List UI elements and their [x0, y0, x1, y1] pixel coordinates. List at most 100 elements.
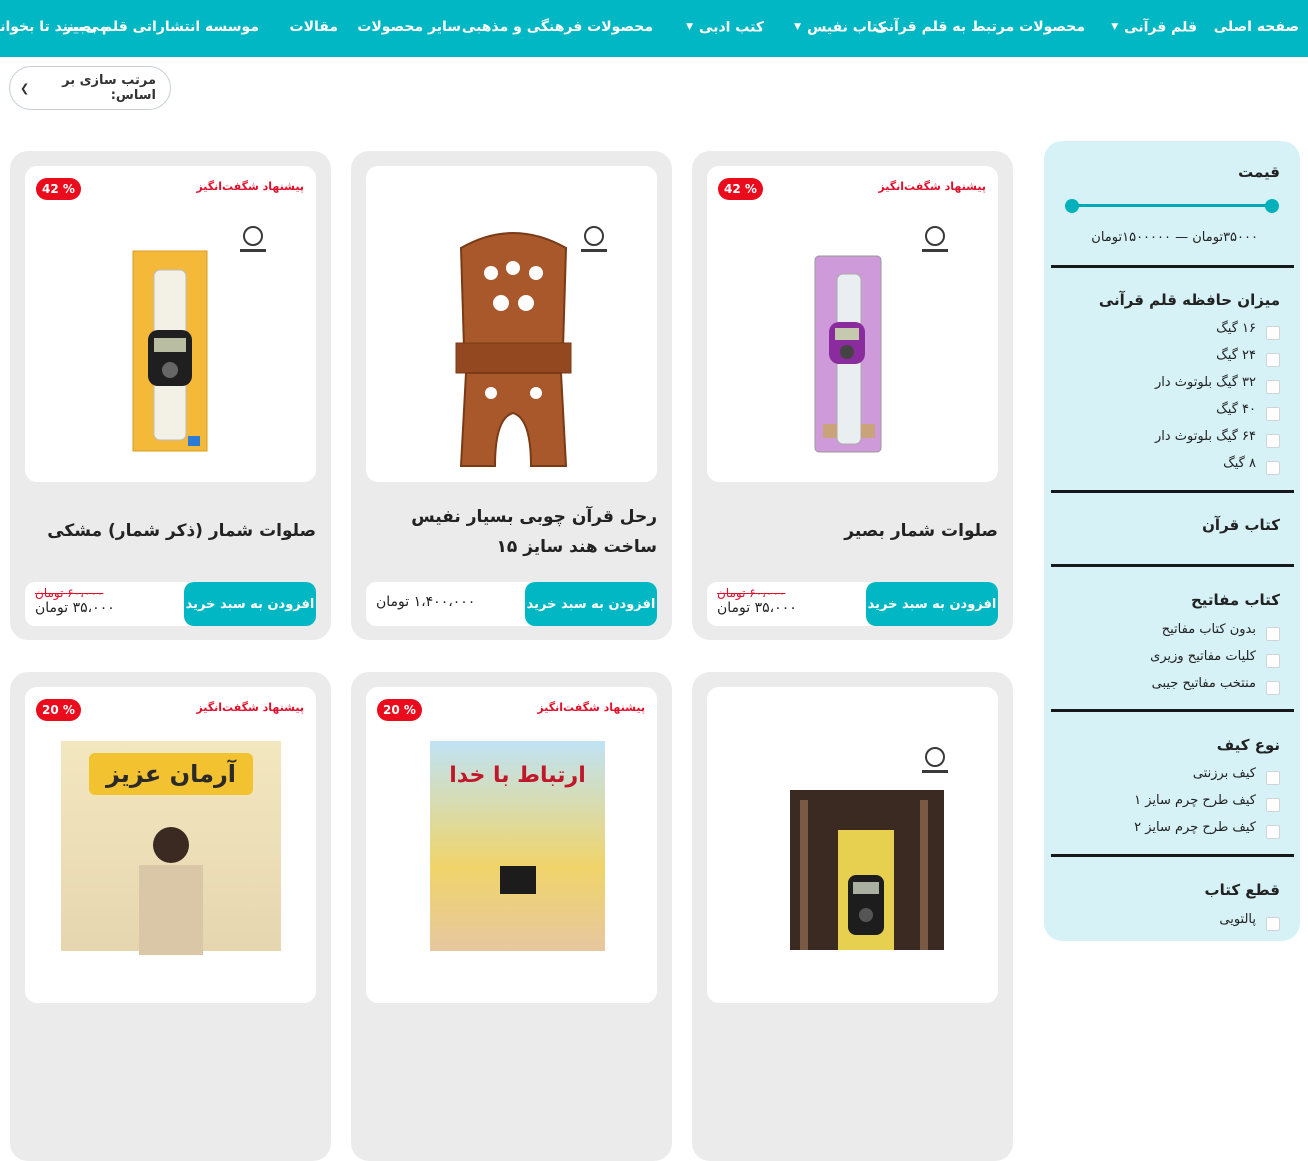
- checkbox[interactable]: [1266, 798, 1280, 812]
- checkbox[interactable]: [1266, 407, 1280, 421]
- bag-filter-title: نوع کیف: [1216, 736, 1280, 754]
- book-cover-image: ارتباط با خدا: [430, 741, 605, 951]
- option-label: ۱۶ گیگ: [1216, 321, 1256, 336]
- checkbox[interactable]: [1266, 917, 1280, 931]
- checkbox[interactable]: [1266, 825, 1280, 839]
- checkbox[interactable]: [1266, 353, 1280, 367]
- old-price: ۶۰،۰۰۰ تومان: [717, 586, 786, 600]
- price-bar: افزودن به سبد خرید ۶۰،۰۰۰ تومان ۳۵،۰۰۰ ت…: [25, 582, 316, 626]
- publisher-logo-icon: [922, 747, 948, 773]
- option-label: ۸ گیگ: [1223, 456, 1256, 471]
- filter-option[interactable]: ۴۰ گیگ: [1070, 402, 1280, 422]
- checkbox[interactable]: [1266, 627, 1280, 641]
- option-label: بدون کتاب مفاتیح: [1161, 622, 1256, 637]
- nav-item-other-products[interactable]: سایر محصولات: [357, 0, 461, 57]
- mafatih-filter-title: کتاب مفاتیح: [1190, 591, 1280, 609]
- nav-label: کتاب نفیس: [807, 19, 886, 36]
- filter-option[interactable]: ۲۴ گیگ: [1070, 348, 1280, 368]
- product-image[interactable]: [707, 687, 998, 1003]
- nav-label: صفحه اصلی: [1213, 19, 1299, 35]
- filter-option[interactable]: بدون کتاب مفاتیح: [1070, 622, 1280, 642]
- nav-item-fine-books[interactable]: کتاب نفیس ▼: [794, 0, 886, 57]
- price-bar: افزودن به سبد خرید ۶۰،۰۰۰ تومان ۳۵،۰۰۰ ت…: [707, 582, 998, 626]
- option-label: ۳۲ گیگ بلوتوث دار: [1154, 375, 1256, 390]
- checkbox[interactable]: [1266, 771, 1280, 785]
- product-name[interactable]: رحل قرآن چوبی بسیار نفیس ساخت هند سایز ۱…: [366, 502, 657, 562]
- sort-label: مرتب سازی بر اساس:: [62, 73, 156, 103]
- filter-option[interactable]: پالتویی: [1070, 912, 1280, 932]
- product-name[interactable]: صلوات شمار (ذکر شمار) مشکی: [25, 516, 316, 546]
- product-image[interactable]: پیشنهاد شگفت‌انگیز 42 %: [25, 166, 316, 482]
- memory-filter-title: میزان حافظه قلم قرآنی: [1098, 291, 1280, 309]
- product-image[interactable]: [366, 166, 657, 482]
- add-to-cart-button[interactable]: افزودن به سبد خرید: [525, 582, 657, 626]
- book-cover-title: آرمان عزیز: [89, 753, 253, 795]
- divider: [1051, 854, 1294, 857]
- filter-option[interactable]: ۱۶ گیگ: [1070, 321, 1280, 341]
- discount-badge: 42 %: [718, 178, 763, 200]
- publisher-logo-icon: [922, 226, 948, 252]
- filter-option[interactable]: ۳۲ گیگ بلوتوث دار: [1070, 375, 1280, 395]
- product-card: [692, 672, 1013, 1161]
- sort-dropdown[interactable]: مرتب سازی بر اساس: ❯: [9, 66, 171, 110]
- special-offer-label: پیشنهاد شگفت‌انگیز: [878, 180, 986, 193]
- special-offer-label: پیشنهاد شگفت‌انگیز: [196, 180, 304, 193]
- filter-option[interactable]: منتخب مفاتیح جیبی: [1070, 676, 1280, 696]
- price-range-text: ۳۵۰۰۰تومان — ۱۵۰۰۰۰۰تومان: [1091, 230, 1258, 245]
- nav-item-home[interactable]: صفحه اصلی: [1214, 0, 1299, 57]
- option-label: کیف طرح چرم سایز ۱: [1134, 793, 1256, 808]
- nav-label: مقالات: [289, 19, 339, 35]
- nav-item-articles[interactable]: مقالات: [290, 0, 339, 57]
- option-label: ۴۰ گیگ: [1216, 402, 1256, 417]
- divider: [1051, 265, 1294, 268]
- checkbox[interactable]: [1266, 681, 1280, 695]
- nav-item-cultural-products[interactable]: محصولات فرهنگی و مذهبی: [462, 0, 653, 57]
- special-offer-label: پیشنهاد شگفت‌انگیز: [196, 701, 304, 714]
- option-label: ۲۴ گیگ: [1216, 348, 1256, 363]
- chevron-down-icon: ❯: [20, 81, 30, 95]
- publisher-logo-icon: [581, 226, 607, 252]
- product-name[interactable]: صلوات شمار بصیر: [707, 516, 998, 546]
- checkbox[interactable]: [1266, 326, 1280, 340]
- add-to-cart-button[interactable]: افزودن به سبد خرید: [866, 582, 998, 626]
- book-cover-image: آرمان عزیز: [61, 741, 281, 955]
- checkbox[interactable]: [1266, 434, 1280, 448]
- filter-option[interactable]: کیف طرح چرم سایز ۱: [1070, 793, 1280, 813]
- nav-item-related-products[interactable]: محصولات مرتبط به قلم قرآنی: [875, 0, 1085, 57]
- checkbox[interactable]: [1266, 654, 1280, 668]
- quran-book-filter-title[interactable]: کتاب قرآن: [1202, 516, 1280, 534]
- divider: [1051, 564, 1294, 567]
- price-slider-min-handle[interactable]: [1065, 199, 1079, 213]
- filter-option[interactable]: ۸ گیگ: [1070, 456, 1280, 476]
- product-image[interactable]: پیشنهاد شگفت‌انگیز 20 % آرمان عزیز: [25, 687, 316, 1003]
- product-image[interactable]: پیشنهاد شگفت‌انگیز 20 % ارتباط با خدا: [366, 687, 657, 1003]
- filter-sidebar: قیمت ۳۵۰۰۰تومان — ۱۵۰۰۰۰۰تومان میزان حاف…: [1044, 141, 1300, 941]
- book-size-filter-title: قطع کتاب: [1204, 881, 1280, 899]
- price-bar: افزودن به سبد خرید ۱،۴۰۰،۰۰۰ تومان: [366, 582, 657, 626]
- option-label: پالتویی: [1219, 912, 1256, 927]
- nav-item-literary-books[interactable]: کتب ادبی ▼: [686, 0, 764, 57]
- option-label: منتخب مفاتیح جیبی: [1151, 676, 1256, 691]
- product-card: پیشنهاد شگفت‌انگیز 42 % صلوات شمار (ذکر …: [10, 151, 331, 640]
- product-image[interactable]: پیشنهاد شگفت‌انگیز 42 %: [707, 166, 998, 482]
- nav-label: می‌بینند تا بخوانند: [0, 19, 108, 35]
- nav-item-slogan[interactable]: می‌بینند تا بخوانند: [0, 0, 108, 57]
- filter-option[interactable]: ۶۴ گیگ بلوتوث دار: [1070, 429, 1280, 449]
- current-price: ۱،۴۰۰،۰۰۰ تومان: [376, 594, 476, 610]
- add-to-cart-button[interactable]: افزودن به سبد خرید: [184, 582, 316, 626]
- filter-option[interactable]: کیف طرح چرم سایز ۲: [1070, 820, 1280, 840]
- checkbox[interactable]: [1266, 461, 1280, 475]
- discount-badge: 20 %: [377, 699, 422, 721]
- price-slider-max-handle[interactable]: [1265, 199, 1279, 213]
- discount-badge: 20 %: [36, 699, 81, 721]
- old-price: ۶۰،۰۰۰ تومان: [35, 586, 104, 600]
- nav-item-quran-pen[interactable]: قلم قرآنی ▼: [1111, 0, 1197, 57]
- divider: [1051, 709, 1294, 712]
- nav-label: محصولات مرتبط به قلم قرآنی: [874, 19, 1085, 35]
- price-slider-track[interactable]: [1071, 204, 1272, 207]
- chevron-down-icon: ▼: [1111, 22, 1119, 32]
- filter-option[interactable]: کلیات مفاتیح وزیری: [1070, 649, 1280, 669]
- filter-option[interactable]: کیف برزنتی: [1070, 766, 1280, 786]
- option-label: کلیات مفاتیح وزیری: [1150, 649, 1256, 664]
- checkbox[interactable]: [1266, 380, 1280, 394]
